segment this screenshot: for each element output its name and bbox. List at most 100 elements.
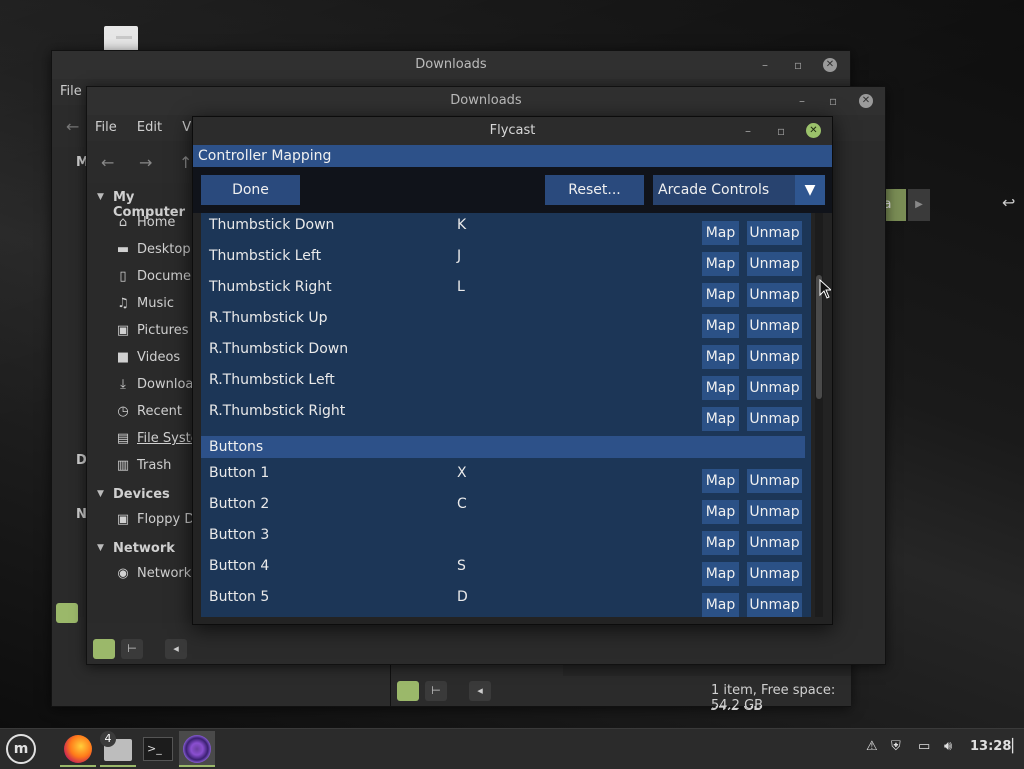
show-places-button[interactable]	[397, 681, 419, 701]
minimize-icon[interactable]: –	[745, 117, 751, 145]
mapping-scrollbar[interactable]	[815, 213, 823, 617]
close-icon[interactable]: ✕	[823, 58, 837, 72]
unmap-button[interactable]: Unmap	[747, 593, 802, 617]
network-icon[interactable]: ▭	[918, 739, 930, 754]
back-sidebar: M D N	[52, 147, 89, 617]
mapping-row: Thumbstick Left J Map Unmap	[201, 244, 802, 276]
mapping-name: R.Thumbstick Up	[209, 310, 328, 326]
map-button[interactable]: Map	[702, 500, 739, 524]
show-places-button[interactable]	[93, 639, 115, 659]
done-button[interactable]: Done	[201, 175, 300, 205]
close-icon[interactable]: ✕	[806, 123, 821, 138]
map-button[interactable]: Map	[702, 376, 739, 400]
trash-icon: ▥	[116, 458, 130, 473]
maximize-icon[interactable]: ▫	[777, 117, 785, 145]
unmap-button[interactable]: Unmap	[747, 531, 802, 555]
back-window-titlebar[interactable]: Downloads	[52, 51, 850, 79]
mapping-name: Thumbstick Right	[209, 279, 332, 295]
sidebar-item-label: Home	[137, 215, 176, 230]
minimize-icon[interactable]: –	[799, 87, 805, 115]
mapping-name: R.Thumbstick Left	[209, 372, 335, 388]
maximize-icon[interactable]: ▫	[829, 87, 837, 115]
menu-edit[interactable]: Edit	[129, 115, 170, 141]
unmap-button[interactable]: Unmap	[747, 221, 802, 245]
map-button[interactable]: Map	[702, 283, 739, 307]
mapping-key: S	[457, 558, 466, 574]
sidebar-item-label: Recent	[137, 404, 182, 419]
unmap-button[interactable]: Unmap	[747, 500, 802, 524]
unmap-button[interactable]: Unmap	[747, 252, 802, 276]
close-icon[interactable]: ✕	[859, 94, 873, 108]
sidebar-item-videos[interactable]: ■ Videos	[115, 347, 180, 369]
desktop-icon: ▬	[116, 242, 130, 257]
sidebar-item-pictures[interactable]: ▣ Pictures	[115, 320, 189, 342]
back-arrow-icon[interactable]: ←	[66, 117, 79, 136]
chevron-down-icon[interactable]: ▼	[97, 543, 104, 553]
map-button[interactable]: Map	[702, 593, 739, 617]
back-arrow-icon[interactable]: ←	[101, 153, 114, 172]
sidebar-item-label: Network	[137, 566, 192, 581]
show-desktop-icon[interactable]: ▏	[1012, 739, 1022, 754]
sidebar-item-trash[interactable]: ▥ Trash	[115, 455, 172, 477]
terminal-launcher[interactable]: >_	[140, 731, 176, 767]
minimize-icon[interactable]: –	[762, 51, 768, 79]
treeview-button[interactable]: ⊢	[425, 681, 447, 701]
unmap-button[interactable]: Unmap	[747, 562, 802, 586]
map-button[interactable]: Map	[702, 469, 739, 493]
menu-file[interactable]: File	[87, 115, 125, 141]
maximize-icon[interactable]: ▫	[794, 51, 802, 79]
menu-file[interactable]: File	[52, 79, 90, 105]
files-launcher[interactable]: 4	[100, 731, 136, 767]
buttons-section-header: Buttons	[201, 436, 805, 458]
map-button[interactable]: Map	[702, 252, 739, 276]
unmap-button[interactable]: Unmap	[747, 345, 802, 369]
chevron-down-icon[interactable]: ▼	[97, 489, 104, 499]
desktop-file-icon[interactable]	[104, 26, 138, 52]
unmap-button[interactable]: Unmap	[747, 283, 802, 307]
unmap-button[interactable]: Unmap	[747, 376, 802, 400]
reset-button[interactable]: Reset...	[545, 175, 644, 205]
flycast-titlebar[interactable]: Flycast	[193, 117, 832, 145]
back-show-places-button[interactable]	[56, 603, 78, 623]
mid-window-titlebar[interactable]: Downloads	[87, 87, 885, 115]
sidebar-item-recent[interactable]: ◷ Recent	[115, 401, 182, 423]
map-button[interactable]: Map	[702, 314, 739, 338]
sidebar-item-network[interactable]: ◉ Network	[115, 563, 191, 585]
hide-sidebar-button[interactable]: ◂	[469, 681, 491, 701]
map-button[interactable]: Map	[702, 221, 739, 245]
terminal-icon: >_	[143, 737, 173, 761]
clock[interactable]: 13:28	[970, 739, 1011, 754]
mapping-key: K	[457, 217, 467, 233]
drive-icon: ▤	[116, 431, 130, 446]
map-button[interactable]: Map	[702, 345, 739, 369]
unmap-button[interactable]: Unmap	[747, 314, 802, 338]
sidebar-item-home[interactable]: ⌂ Home	[115, 212, 176, 234]
active-indicator	[100, 765, 136, 767]
forward-arrow-icon[interactable]: →	[139, 153, 152, 172]
chevron-down-icon[interactable]: ▼	[97, 192, 104, 202]
mapping-name: R.Thumbstick Right	[209, 403, 346, 419]
mapping-mode-dropdown[interactable]: Arcade Controls ▼	[653, 175, 825, 205]
mapping-row: Button 1 X Map Unmap	[201, 461, 802, 493]
document-icon: ▯	[119, 269, 127, 284]
active-indicator	[179, 765, 215, 767]
unmap-button[interactable]: Unmap	[747, 469, 802, 493]
flycast-launcher[interactable]	[179, 731, 215, 767]
up-arrow-icon[interactable]: ↑	[179, 153, 192, 172]
sidebar-item-music[interactable]: ♫ Music	[115, 293, 174, 315]
mapping-row: Button 5 D Map Unmap	[201, 585, 802, 617]
update-manager-icon[interactable]: ⚠	[866, 739, 878, 754]
flycast-title: Flycast	[489, 123, 536, 138]
treeview-button[interactable]: ⊢	[121, 639, 143, 659]
map-button[interactable]: Map	[702, 407, 739, 431]
unmap-button[interactable]: Unmap	[747, 407, 802, 431]
map-button[interactable]: Map	[702, 562, 739, 586]
hide-sidebar-button[interactable]: ◂	[165, 639, 187, 659]
firefox-launcher[interactable]	[60, 731, 96, 767]
mint-menu-button[interactable]: m	[6, 734, 36, 764]
shield-icon[interactable]: ⛨	[891, 739, 901, 754]
sidebar-item-desktop[interactable]: ▬ Desktop	[115, 239, 191, 261]
volume-icon[interactable]: 🔊︎	[944, 739, 952, 754]
mapping-name: R.Thumbstick Down	[209, 341, 349, 357]
map-button[interactable]: Map	[702, 531, 739, 555]
